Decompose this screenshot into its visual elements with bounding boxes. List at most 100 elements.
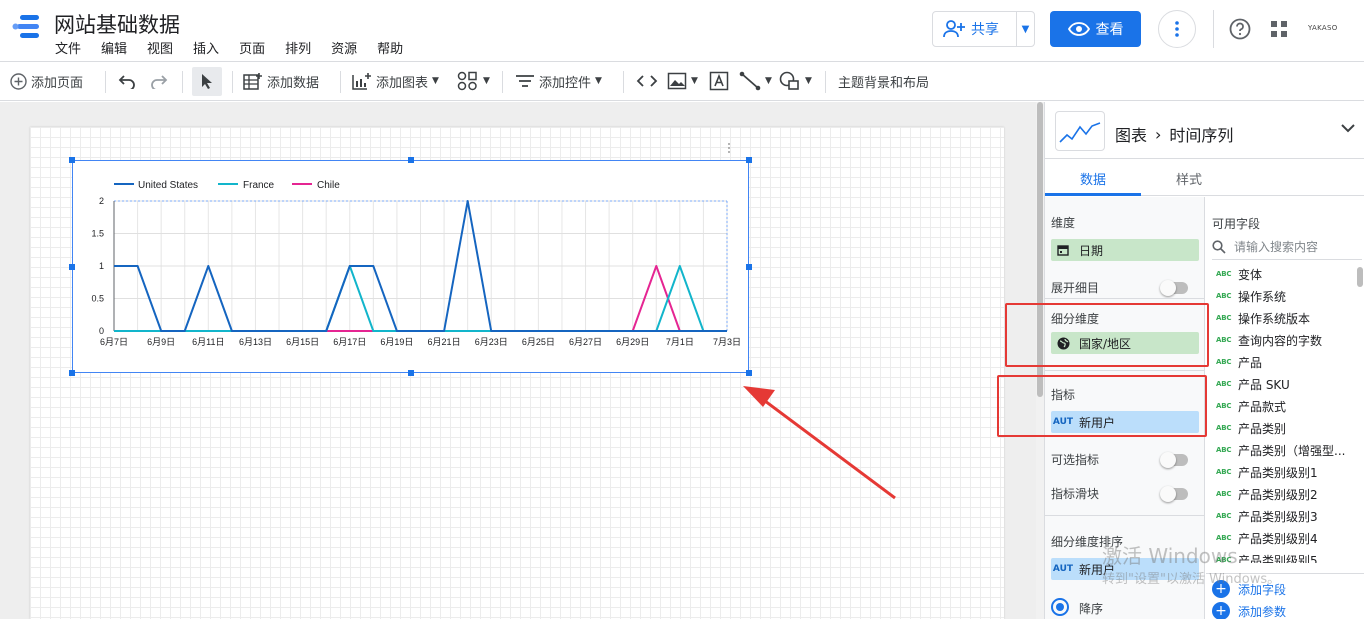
field-item[interactable]: ABC 产品类别 xyxy=(1206,417,1356,439)
resize-handle[interactable] xyxy=(69,264,75,270)
more-options-button[interactable] xyxy=(1158,10,1196,48)
line-button[interactable]: ▼ xyxy=(739,62,772,100)
field-name: 产品款式 xyxy=(1238,399,1287,414)
x-tick-label: 6月13日 xyxy=(239,337,272,347)
line-connector-icon xyxy=(739,71,761,91)
field-item[interactable]: ABC 查询内容的字数 xyxy=(1206,329,1356,351)
undo-button[interactable] xyxy=(118,62,136,100)
field-item[interactable]: ABC 产品 xyxy=(1206,351,1356,373)
resize-handle[interactable] xyxy=(408,157,414,163)
add-chart-button[interactable]: 添加图表 ▼ xyxy=(352,62,439,100)
text-box-button[interactable] xyxy=(709,62,729,100)
y-tick-label: 1 xyxy=(99,261,104,271)
cursor-icon xyxy=(202,74,212,89)
field-type-badge: ABC xyxy=(1216,336,1232,344)
code-icon xyxy=(636,75,658,87)
menu-page[interactable]: 页面 xyxy=(239,38,265,57)
field-item[interactable]: ABC 变体 xyxy=(1206,263,1356,285)
data-studio-logo-icon[interactable] xyxy=(12,14,40,40)
x-tick-label: 6月9日 xyxy=(147,337,175,347)
account-logo[interactable]: YAKASO xyxy=(1308,24,1338,32)
x-tick-label: 6月7日 xyxy=(100,337,128,347)
app-header: 网站基础数据 文件 编辑 视图 插入 页面 排列 资源 帮助 共享 ▼ 查看 Y… xyxy=(0,0,1364,60)
add-parameter-button[interactable]: + 添加参数 xyxy=(1212,602,1286,619)
field-item[interactable]: ABC 产品类别级别1 xyxy=(1206,461,1356,483)
theme-layout-label: 主题背景和布局 xyxy=(838,75,930,91)
apps-grid-icon[interactable] xyxy=(1270,20,1288,38)
chevron-down-icon[interactable] xyxy=(1340,122,1356,134)
field-item[interactable]: ABC 产品 SKU xyxy=(1206,373,1356,395)
embed-code-button[interactable] xyxy=(636,62,658,100)
field-item[interactable]: ABC 产品类别（增强型... xyxy=(1206,439,1356,461)
field-item[interactable]: ABC 操作系统 xyxy=(1206,285,1356,307)
field-type-badge: ABC xyxy=(1216,446,1232,454)
annotation-box-metric xyxy=(997,375,1207,437)
field-name: 产品类别级别1 xyxy=(1238,465,1318,480)
report-title[interactable]: 网站基础数据 xyxy=(54,9,180,39)
add-control-button[interactable]: 添加控件 ▼ xyxy=(515,62,602,100)
menu-help[interactable]: 帮助 xyxy=(377,38,403,57)
chart-dropdown-icon: ▼ xyxy=(432,76,439,86)
control-dropdown-icon: ▼ xyxy=(595,76,602,86)
field-item[interactable]: ABC 产品类别级别3 xyxy=(1206,505,1356,527)
view-button[interactable]: 查看 xyxy=(1050,11,1141,47)
add-page-label: 添加页面 xyxy=(31,75,84,91)
field-type-badge: ABC xyxy=(1216,270,1232,278)
drilldown-toggle[interactable] xyxy=(1160,280,1188,296)
field-item[interactable]: ABC 操作系统版本 xyxy=(1206,307,1356,329)
toolbar-divider xyxy=(623,71,624,93)
resize-handle[interactable] xyxy=(69,370,75,376)
menu-file[interactable]: 文件 xyxy=(55,38,81,57)
y-tick-label: 2 xyxy=(99,196,104,206)
y-tick-label: 0 xyxy=(99,326,104,336)
fields-scrollbar-thumb[interactable] xyxy=(1357,267,1363,287)
chart-type-thumbnail[interactable] xyxy=(1055,111,1105,151)
dimension-chip[interactable]: 日期 xyxy=(1051,239,1199,261)
theme-layout-button[interactable]: 主题背景和布局 xyxy=(838,62,929,100)
toolbar-divider xyxy=(182,71,183,93)
field-name: 产品 SKU xyxy=(1238,377,1290,392)
resize-handle[interactable] xyxy=(746,264,752,270)
resize-handle[interactable] xyxy=(69,157,75,163)
field-type-badge: ABC xyxy=(1216,468,1232,476)
chart-grid xyxy=(113,200,728,332)
tab-data[interactable]: 数据 xyxy=(1080,169,1106,188)
menu-edit[interactable]: 编辑 xyxy=(101,38,127,57)
add-page-button[interactable]: 添加页面 xyxy=(10,62,83,100)
legend-label-united-states: United States xyxy=(138,180,198,191)
field-item[interactable]: ABC 产品款式 xyxy=(1206,395,1356,417)
menu-resources[interactable]: 资源 xyxy=(331,38,357,57)
menu-bar: 文件 编辑 视图 插入 页面 排列 资源 帮助 xyxy=(55,38,423,57)
toolbar-divider xyxy=(232,71,233,93)
panel-tabs: 数据 样式 xyxy=(1045,159,1364,196)
chart-menu-dots-icon[interactable] xyxy=(726,142,732,154)
share-button[interactable]: 共享 ▼ xyxy=(932,11,1035,47)
divider xyxy=(1045,298,1205,299)
share-dropdown-icon[interactable]: ▼ xyxy=(1017,24,1034,35)
viz-dropdown-icon: ▼ xyxy=(483,76,490,86)
shape-button[interactable]: ▼ xyxy=(779,62,812,100)
resize-handle[interactable] xyxy=(746,370,752,376)
resize-handle[interactable] xyxy=(408,370,414,376)
x-axis: 6月7日 6月9日 6月11日 6月13日 6月15日 6月17日 6月19日 6月21日 6月… xyxy=(100,330,741,347)
add-data-button[interactable]: 添加数据 xyxy=(243,62,319,100)
field-search-input[interactable]: 请输入搜索内容 xyxy=(1212,234,1362,260)
resize-handle[interactable] xyxy=(746,157,752,163)
toolbar-divider xyxy=(105,71,106,93)
optional-metrics-toggle[interactable] xyxy=(1160,452,1188,468)
help-icon[interactable] xyxy=(1229,18,1251,40)
field-item[interactable]: ABC 产品类别级别2 xyxy=(1206,483,1356,505)
tab-style[interactable]: 样式 xyxy=(1176,169,1202,188)
sort-descending-radio[interactable] xyxy=(1051,598,1069,616)
metric-slider-toggle[interactable] xyxy=(1160,486,1188,502)
redo-button[interactable] xyxy=(150,62,168,100)
optional-metrics-label: 可选指标 xyxy=(1051,453,1100,467)
image-button[interactable]: ▼ xyxy=(667,62,698,100)
menu-insert[interactable]: 插入 xyxy=(193,38,219,57)
line-chart[interactable]: United States France Chile 0 0.5 1 1.5 2 6月7… xyxy=(72,160,749,373)
community-viz-button[interactable]: ▼ xyxy=(457,62,490,100)
menu-view[interactable]: 视图 xyxy=(147,38,173,57)
field-name: 产品类别 xyxy=(1238,421,1287,436)
select-tool[interactable] xyxy=(200,62,214,100)
menu-arrange[interactable]: 排列 xyxy=(285,38,311,57)
